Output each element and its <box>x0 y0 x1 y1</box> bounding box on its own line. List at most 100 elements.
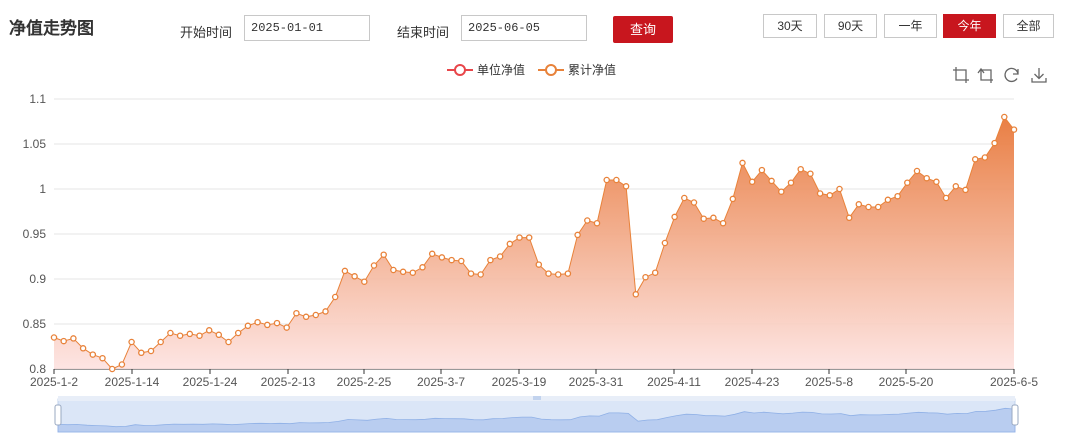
legend-series-1[interactable]: 单位净值 <box>447 61 525 78</box>
data-point <box>768 177 775 185</box>
x-tick-label: 2025-1-14 <box>105 375 160 389</box>
x-tick-label: 2025-3-31 <box>569 375 624 389</box>
data-point <box>904 179 911 186</box>
data-point <box>797 165 804 173</box>
data-point <box>681 194 688 202</box>
data-point <box>477 271 484 278</box>
data-point <box>719 219 727 227</box>
data-point <box>264 321 271 329</box>
data-point <box>622 183 630 190</box>
data-point <box>729 195 737 203</box>
data-point <box>758 166 766 174</box>
data-point <box>642 273 649 281</box>
data-point <box>428 250 436 258</box>
data-point <box>99 354 106 362</box>
query-button[interactable]: 查询 <box>613 16 673 43</box>
data-point <box>584 217 591 224</box>
data-point <box>70 335 77 342</box>
data-point <box>933 178 940 186</box>
data-point <box>118 361 126 368</box>
data-point <box>778 188 785 195</box>
y-tick-label: 1.05 <box>23 137 47 151</box>
data-point <box>748 178 756 186</box>
data-point <box>176 332 184 339</box>
x-tick-label: 2025-3-7 <box>417 375 465 389</box>
data-point <box>205 327 213 334</box>
data-point <box>593 219 601 227</box>
data-point <box>50 334 58 341</box>
data-point <box>331 293 339 301</box>
data-point <box>913 167 921 175</box>
data-point <box>79 345 87 352</box>
start-date-input[interactable]: 2025-01-01 <box>244 15 370 41</box>
data-point <box>273 319 281 327</box>
data-point <box>884 196 892 204</box>
range-1y-button[interactable]: 一年 <box>884 14 937 38</box>
y-tick-label: 1 <box>39 182 46 196</box>
data-point <box>554 271 562 278</box>
x-tick-label: 2025-6-5 <box>990 375 1038 389</box>
data-point <box>855 201 863 208</box>
data-point <box>215 331 223 339</box>
data-point <box>661 239 669 247</box>
data-point <box>991 139 998 147</box>
data-point <box>525 234 533 241</box>
y-tick-label: 1.1 <box>29 92 46 106</box>
data-point <box>671 213 678 221</box>
range-30d-button[interactable]: 30天 <box>763 14 817 38</box>
data-point <box>254 318 261 326</box>
restore-icon[interactable] <box>1003 66 1021 84</box>
data-point <box>603 176 610 184</box>
data-point <box>399 268 407 276</box>
data-point <box>651 269 659 276</box>
data-point <box>971 156 979 163</box>
data-point <box>807 170 814 177</box>
data-point <box>942 194 950 202</box>
zoom-slider-track <box>57 398 1016 433</box>
data-point <box>787 179 795 186</box>
data-point <box>874 203 882 211</box>
series-line <box>53 115 1015 370</box>
data-point <box>186 330 194 338</box>
zoom-center-grip <box>533 396 541 400</box>
x-tick-label: 2025-5-8 <box>805 375 853 389</box>
data-point <box>458 257 465 265</box>
zoom-icon[interactable] <box>952 66 970 84</box>
zoom-slider-bar <box>58 396 1015 401</box>
data-point <box>351 273 358 280</box>
data-point <box>390 266 397 274</box>
data-point <box>225 338 232 346</box>
data-point <box>409 269 417 276</box>
end-date-input[interactable]: 2025-06-05 <box>461 15 587 41</box>
page-title: 净值走势图 <box>9 19 94 38</box>
range-90d-button[interactable]: 90天 <box>824 14 877 38</box>
download-icon[interactable] <box>1030 66 1048 84</box>
data-point <box>564 270 572 277</box>
x-tick-label: 2025-4-11 <box>647 375 701 389</box>
zoom-handle-left[interactable] <box>54 404 62 426</box>
data-point <box>244 322 252 330</box>
data-point <box>138 349 145 357</box>
data-point <box>845 214 853 222</box>
data-point <box>1010 126 1018 133</box>
data-point <box>952 183 960 190</box>
data-point <box>89 351 97 358</box>
x-tick-label: 2025-1-2 <box>30 375 78 389</box>
data-point <box>574 231 581 239</box>
x-tick-label: 2025-2-13 <box>261 375 316 389</box>
range-ytd-button[interactable]: 今年 <box>943 14 996 38</box>
data-point <box>506 240 514 248</box>
zoom-handle-right[interactable] <box>1011 404 1019 426</box>
data-point <box>283 324 290 331</box>
zoom-reset-icon[interactable] <box>977 66 995 84</box>
data-point <box>370 262 378 269</box>
range-all-button[interactable]: 全部 <box>1003 14 1054 38</box>
start-date-label: 开始时间 <box>180 25 233 40</box>
data-point <box>516 234 523 241</box>
data-point <box>816 190 824 197</box>
data-point <box>836 185 843 193</box>
data-point <box>632 291 640 298</box>
legend-series-2[interactable]: 累计净值 <box>538 61 616 78</box>
data-point <box>448 256 455 264</box>
x-tick-label: 2025-1-24 <box>183 375 238 389</box>
